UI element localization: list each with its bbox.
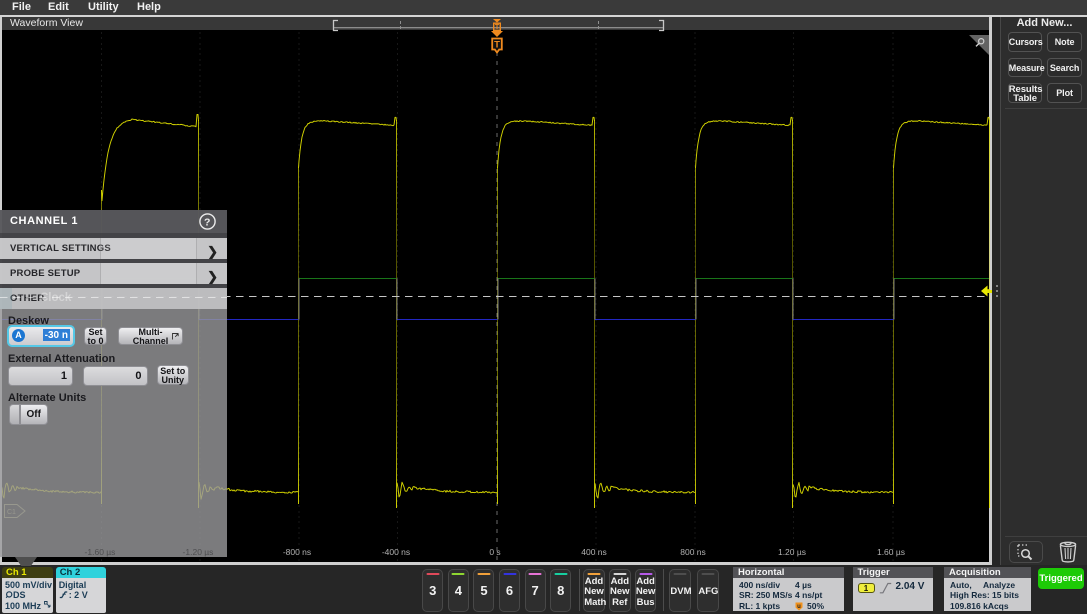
svg-text:T: T bbox=[494, 40, 500, 51]
svg-text:?: ? bbox=[204, 216, 211, 228]
svg-text:u: u bbox=[797, 604, 801, 610]
